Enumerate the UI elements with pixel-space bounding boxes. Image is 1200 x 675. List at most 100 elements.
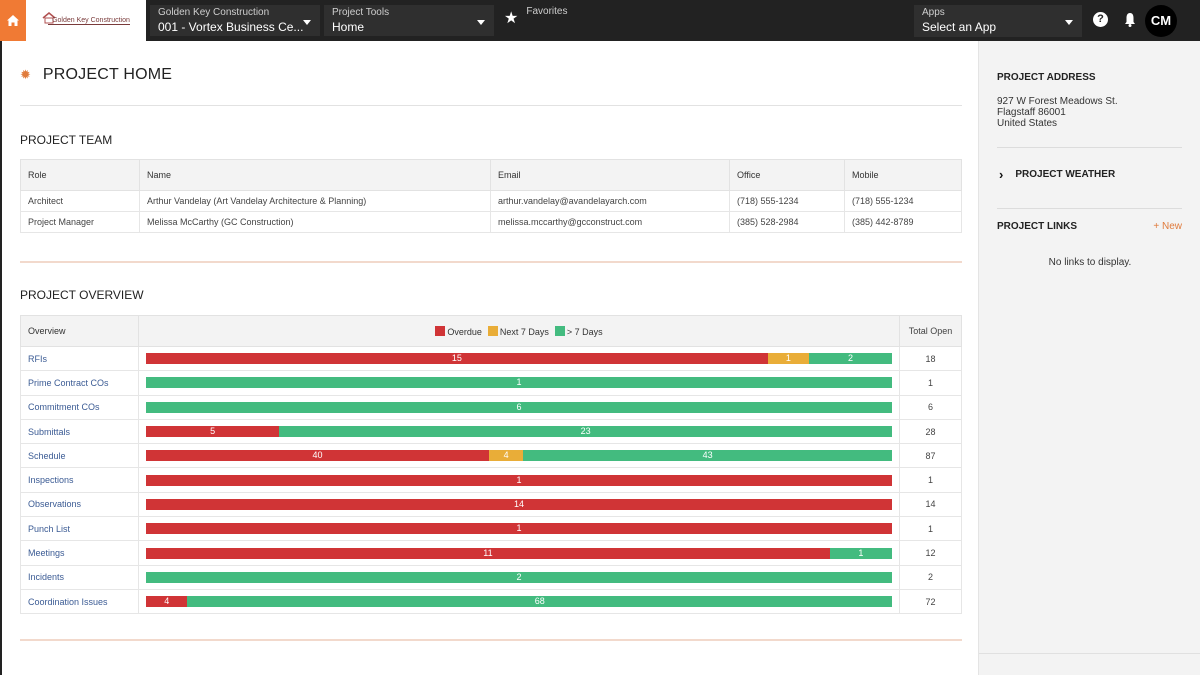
- overview-link[interactable]: Commitment COs: [28, 402, 100, 412]
- right-sidebar: PROJECT ADDRESS 927 W Forest Meadows St.…: [978, 41, 1200, 675]
- bar-cell: 4 68: [138, 588, 900, 615]
- overview-link[interactable]: Meetings: [28, 548, 65, 558]
- address-line-3: United States: [997, 118, 1058, 129]
- bar-segment-overdue[interactable]: 15: [146, 353, 768, 365]
- user-avatar[interactable]: CM: [1145, 5, 1177, 37]
- overview-link[interactable]: Inspections: [28, 475, 74, 485]
- overview-name-cell: Incidents: [20, 564, 139, 590]
- bar-cell: 15 1 2: [138, 345, 900, 372]
- bar-cell: 6: [138, 394, 900, 420]
- bar-segment-overdue[interactable]: 1: [146, 523, 892, 535]
- project-team-title: PROJECT TEAM: [20, 133, 113, 147]
- table-row: Incidents 2 2: [20, 564, 962, 590]
- mobile-cell: (385) 442-8789: [844, 211, 962, 233]
- bar-segment-7-days[interactable]: 23: [279, 426, 892, 438]
- bar-segment-next-7-days[interactable]: 4: [488, 450, 524, 462]
- project-overview-title: PROJECT OVERVIEW: [20, 288, 144, 302]
- legend-swatch: [435, 325, 446, 336]
- bell-icon[interactable]: [1124, 12, 1136, 27]
- bar-segment-overdue[interactable]: 4: [146, 596, 188, 608]
- table-row: Coordination Issues 4 68 72: [20, 588, 962, 615]
- chevron-right-icon: ›: [999, 167, 1004, 182]
- office-cell: (385) 528-2984: [729, 211, 845, 233]
- bar-segment-7-days[interactable]: 1: [146, 377, 892, 389]
- bar-segment-overdue[interactable]: 5: [146, 426, 280, 438]
- bar-segment-7-days[interactable]: 2: [146, 571, 892, 583]
- stacked-bar: 14: [146, 498, 892, 510]
- overview-name-cell: Schedule: [20, 443, 139, 469]
- table-row: Prime Contract COs 1 1: [20, 370, 962, 396]
- overview-link[interactable]: Schedule: [28, 451, 66, 461]
- bar-cell: 1: [138, 467, 900, 493]
- bar-segment-overdue[interactable]: 1: [146, 474, 892, 486]
- table-row: Meetings 11 1 12: [20, 540, 962, 566]
- bar-cell: 5 23: [138, 418, 900, 445]
- total-open-cell: 1: [899, 467, 962, 493]
- total-open-cell: 28: [899, 418, 962, 445]
- legend-label: Next 7 Days: [499, 326, 549, 337]
- bar-segment-7-days[interactable]: 1: [829, 547, 892, 559]
- overview-link[interactable]: Submittals: [28, 427, 70, 437]
- overview-link[interactable]: RFIs: [28, 354, 47, 364]
- table-row: Architect Arthur Vandelay (Art Vandelay …: [20, 190, 962, 212]
- column-header-total-open: Total Open: [899, 315, 962, 347]
- main-content: ✹ PROJECT HOME PROJECT TEAM Role Name Em…: [0, 41, 978, 675]
- column-header: Mobile: [844, 159, 962, 191]
- table-row: Inspections 1 1: [20, 467, 962, 493]
- help-icon[interactable]: ?: [1093, 12, 1108, 27]
- stacked-bar: 2: [146, 571, 892, 583]
- column-header: Office: [729, 159, 845, 191]
- apps-selector[interactable]: Apps Select an App: [914, 5, 1082, 37]
- table-row: Submittals 5 23 28: [20, 418, 962, 445]
- stacked-bar: 1: [146, 523, 892, 535]
- table-row: Commitment COs 6 6: [20, 394, 962, 420]
- overview-name-cell: RFIs: [20, 345, 139, 372]
- total-open-cell: 1: [899, 370, 962, 396]
- bar-segment-7-days[interactable]: 2: [809, 353, 892, 365]
- project-tools-value: Home: [332, 20, 365, 34]
- company-logo[interactable]: Golden Key Construction: [26, 0, 146, 41]
- bar-segment-overdue[interactable]: 14: [146, 498, 892, 510]
- project-tools-label: Project Tools: [332, 7, 390, 18]
- no-links-message: No links to display.: [1048, 257, 1132, 268]
- overview-link[interactable]: Punch List: [28, 524, 70, 534]
- page-title-text: PROJECT HOME: [42, 66, 173, 83]
- star-icon: ★: [504, 10, 519, 27]
- overview-name-cell: Observations: [20, 491, 139, 518]
- total-open-cell: 2: [899, 564, 962, 590]
- bar-segment-7-days[interactable]: 6: [146, 401, 892, 413]
- address-line-1: 927 W Forest Meadows St.: [997, 96, 1118, 107]
- table-row: Observations 14 14: [20, 491, 962, 518]
- project-links-title: PROJECT LINKS: [997, 221, 1078, 232]
- overview-link[interactable]: Observations: [28, 499, 81, 509]
- project-selector-value: 001 - Vortex Business Ce...: [158, 20, 304, 34]
- overview-link[interactable]: Prime Contract COs: [28, 378, 109, 388]
- apps-value: Select an App: [922, 20, 997, 34]
- favorites-label: Favorites: [526, 6, 568, 17]
- project-weather-toggle[interactable]: › PROJECT WEATHER: [999, 167, 1115, 182]
- overview-link[interactable]: Coordination Issues: [28, 597, 108, 607]
- bar-segment-7-days[interactable]: 68: [187, 596, 892, 608]
- bar-segment-7-days[interactable]: 43: [523, 450, 892, 462]
- overview-name-cell: Prime Contract COs: [20, 370, 139, 396]
- new-link-button[interactable]: + New: [1153, 221, 1182, 232]
- overview-link[interactable]: Incidents: [28, 572, 64, 582]
- favorites-button[interactable]: ★ Favorites: [504, 0, 567, 41]
- home-button[interactable]: [0, 0, 26, 41]
- total-open-cell: 12: [899, 540, 962, 566]
- project-tools-selector[interactable]: Project Tools Home: [324, 5, 494, 36]
- name-cell: Arthur Vandelay (Art Vandelay Architectu…: [139, 190, 491, 212]
- legend-swatch: [554, 325, 565, 336]
- bar-segment-overdue[interactable]: 40: [146, 450, 489, 462]
- bar-cell: 40 4 43: [138, 443, 900, 469]
- project-selector[interactable]: Golden Key Construction 001 - Vortex Bus…: [150, 5, 320, 36]
- bar-segment-overdue[interactable]: 11: [146, 547, 830, 559]
- table-header-row: Overview Overdue Next 7 Days > 7 Days To…: [20, 315, 962, 347]
- divider: [997, 208, 1182, 209]
- home-icon: [7, 15, 19, 26]
- legend-item-overdue: Overdue: [435, 325, 482, 337]
- gear-icon: ✹: [20, 67, 31, 82]
- overview-name-cell: Meetings: [20, 540, 139, 566]
- bar-segment-next-7-days[interactable]: 1: [767, 353, 810, 365]
- stacked-bar: 11 1: [146, 547, 892, 559]
